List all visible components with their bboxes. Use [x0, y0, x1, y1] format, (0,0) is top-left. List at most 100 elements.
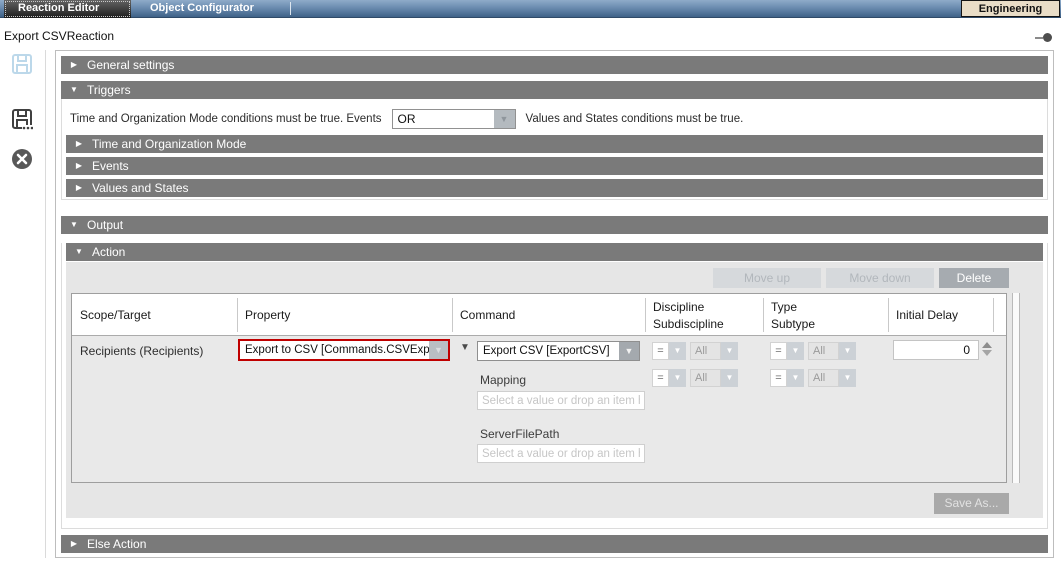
delete-button[interactable]: Delete — [939, 268, 1009, 288]
dropdown-arrow-icon: ▼ — [839, 342, 856, 360]
type-value-select[interactable]: All ▼ — [808, 342, 856, 360]
save-as-icon — [11, 108, 33, 130]
initial-delay-spinner[interactable] — [982, 341, 992, 357]
move-down-button[interactable]: Move down — [826, 268, 934, 288]
section-header-general-settings[interactable]: ▶ General settings — [61, 56, 1048, 74]
collapse-arrow-icon: ▶ — [61, 535, 87, 553]
column-header-property: Property — [245, 294, 290, 336]
save-as-action-button[interactable]: Save As... — [934, 493, 1009, 514]
page-title: Export CSVReaction — [4, 29, 114, 43]
command-select[interactable]: Export CSV [ExportCSV] ▼ — [477, 341, 640, 361]
move-up-button[interactable]: Move up — [713, 268, 821, 288]
condition-text-left: Time and Organization Mode conditions mu… — [70, 113, 382, 125]
dropdown-arrow-icon: ▼ — [619, 342, 639, 360]
type-value-select-mapping[interactable]: All ▼ — [808, 369, 856, 387]
dropdown-arrow-icon: ▼ — [494, 110, 515, 128]
column-separator — [888, 298, 889, 332]
section-label: Values and States — [92, 181, 189, 195]
command-expander-icon[interactable]: ▼ — [460, 342, 470, 353]
collapse-arrow-icon: ▼ — [61, 81, 87, 99]
cancel-icon — [11, 148, 33, 170]
section-header-values-states[interactable]: ▶ Values and States — [66, 179, 1043, 197]
dropdown-arrow-icon: ▼ — [721, 342, 738, 360]
collapse-arrow-icon: ▼ — [66, 243, 92, 261]
section-header-else-action[interactable]: ▶ Else Action — [61, 535, 1048, 553]
type-operator-select[interactable]: = ▼ — [770, 342, 804, 360]
param-label-mapping: Mapping — [480, 373, 526, 387]
action-button-row: Move up Move down Delete — [713, 268, 1009, 288]
dropdown-arrow-icon: ▼ — [787, 369, 804, 387]
triggers-content: Time and Organization Mode conditions mu… — [61, 99, 1048, 200]
section-label: Output — [87, 218, 123, 232]
tab-reaction-editor[interactable]: Reaction Editor — [4, 0, 131, 18]
main-panel: ▶ General settings ▼ Triggers Time and O… — [55, 50, 1054, 558]
section-label: Triggers — [87, 83, 131, 97]
column-separator — [993, 298, 994, 332]
section-label: Action — [92, 245, 125, 259]
collapse-arrow-icon: ▶ — [66, 179, 92, 197]
events-operator-value: OR — [393, 110, 494, 128]
dropdown-arrow-icon: ▼ — [721, 369, 738, 387]
scope-target-cell: Recipients (Recipients) — [80, 344, 203, 358]
type-operator-select-mapping[interactable]: = ▼ — [770, 369, 804, 387]
save-as-button[interactable] — [10, 108, 34, 132]
dropdown-arrow-icon: ▼ — [839, 369, 856, 387]
command-value: Export CSV [ExportCSV] — [478, 342, 619, 360]
column-header-initial-delay: Initial Delay — [896, 294, 958, 336]
top-tab-bar: Reaction Editor Object Configurator Engi… — [0, 0, 1061, 18]
discipline-value-select[interactable]: All ▼ — [690, 342, 738, 360]
tab-separator — [290, 2, 291, 15]
column-header-type: Type — [771, 299, 797, 316]
dropdown-arrow-icon: ▼ — [669, 369, 686, 387]
pin-icon[interactable] — [1035, 33, 1052, 43]
section-header-events[interactable]: ▶ Events — [66, 157, 1043, 175]
spinner-down-icon[interactable] — [982, 350, 992, 356]
tab-object-configurator[interactable]: Object Configurator — [150, 0, 254, 18]
section-header-time-organization-mode[interactable]: ▶ Time and Organization Mode — [66, 135, 1043, 153]
engineering-mode-button[interactable]: Engineering — [961, 0, 1060, 17]
cancel-button[interactable] — [10, 148, 34, 172]
discipline-operator-select[interactable]: = ▼ — [652, 342, 686, 360]
column-separator — [452, 298, 453, 332]
column-header-command: Command — [460, 294, 515, 336]
property-value: Export to CSV [Commands.CSVExport. — [240, 341, 429, 359]
sidebar-divider — [45, 50, 46, 558]
collapse-arrow-icon: ▶ — [61, 56, 87, 74]
property-select[interactable]: Export to CSV [Commands.CSVExport. ▼ — [238, 339, 450, 361]
discipline-operator-select-mapping[interactable]: = ▼ — [652, 369, 686, 387]
output-content: ▼ Action Move up Move down Delete Scope/… — [61, 243, 1048, 529]
section-header-triggers[interactable]: ▼ Triggers — [61, 81, 1048, 99]
action-content: Move up Move down Delete Scope/Target Pr… — [66, 262, 1043, 518]
save-button[interactable] — [10, 53, 34, 77]
table-body: Recipients (Recipients) Export to CSV [C… — [72, 336, 1006, 482]
column-header-subtype: Subtype — [771, 316, 815, 333]
section-label: Time and Organization Mode — [92, 137, 246, 151]
column-header-subdiscipline: Subdiscipline — [653, 316, 724, 333]
table-header: Scope/Target Property Command Discipline… — [72, 294, 1006, 336]
action-table: Scope/Target Property Command Discipline… — [71, 293, 1007, 483]
section-label: Events — [92, 159, 129, 173]
discipline-value-select-mapping[interactable]: All ▼ — [690, 369, 738, 387]
mapping-input[interactable] — [477, 391, 645, 410]
condition-text-right: Values and States conditions must be tru… — [526, 113, 744, 125]
events-operator-select[interactable]: OR ▼ — [392, 109, 516, 129]
initial-delay-input[interactable] — [893, 340, 979, 360]
collapse-arrow-icon: ▶ — [66, 135, 92, 153]
dropdown-arrow-icon: ▼ — [787, 342, 804, 360]
section-label: General settings — [87, 58, 174, 72]
serverfilepath-input[interactable] — [477, 444, 645, 463]
section-header-action[interactable]: ▼ Action — [66, 243, 1043, 261]
column-header-discipline: Discipline — [653, 299, 704, 316]
vertical-scrollbar[interactable] — [1012, 293, 1020, 483]
spinner-up-icon[interactable] — [982, 342, 992, 348]
dropdown-arrow-icon: ▼ — [429, 341, 448, 359]
column-separator — [645, 298, 646, 332]
section-header-output[interactable]: ▼ Output — [61, 216, 1048, 234]
section-label: Else Action — [87, 537, 146, 551]
trigger-condition-row: Time and Organization Mode conditions mu… — [62, 99, 1047, 129]
param-label-serverfilepath: ServerFilePath — [480, 427, 559, 441]
save-icon — [11, 53, 33, 75]
column-separator — [237, 298, 238, 332]
collapse-arrow-icon: ▶ — [66, 157, 92, 175]
column-header-scope-target: Scope/Target — [80, 294, 151, 336]
